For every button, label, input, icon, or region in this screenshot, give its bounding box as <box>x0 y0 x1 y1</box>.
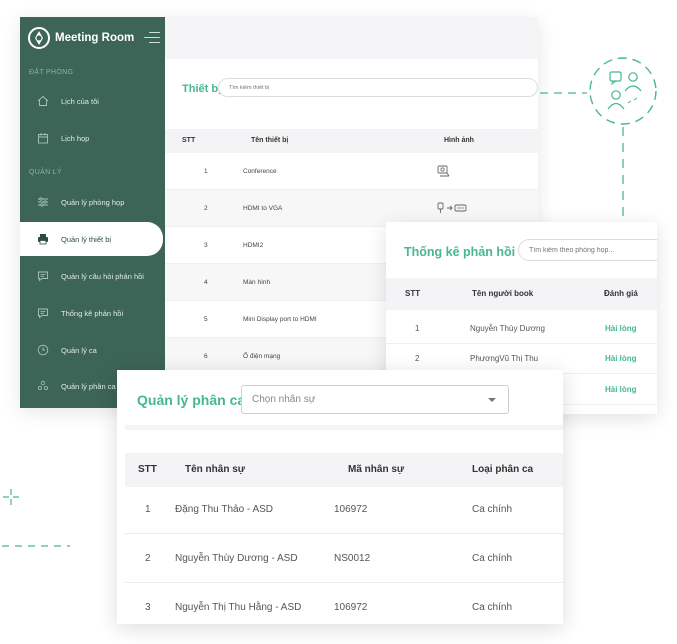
sidebar-item-label: Quản lý thiết bị <box>61 234 112 244</box>
row-stt: 2 <box>145 553 151 564</box>
sidebar-item-meetings[interactable]: Lịch họp <box>20 121 165 155</box>
row-stt: 1 <box>204 168 208 175</box>
row-stt: 1 <box>145 504 151 515</box>
row-employee: Nguyễn Thị Thu Hằng - ASD <box>175 602 302 613</box>
users-icon <box>37 380 49 391</box>
sidebar-item-feedback-stats[interactable]: Thống kê phản hồi <box>20 296 165 330</box>
col-rating: Đánh giá <box>604 289 638 298</box>
feedback-table-header: STT Tên người book Đánh giá <box>386 278 657 310</box>
col-stt: STT <box>405 289 421 298</box>
row-name: Conference <box>243 168 277 175</box>
sidebar-item-label: Quản lý phân ca <box>61 381 116 391</box>
row-shift-type: Ca chính <box>472 504 513 515</box>
calendar-icon <box>38 133 48 144</box>
equipment-search-input[interactable] <box>218 78 538 97</box>
col-shift-type: Loại phân ca <box>472 464 534 475</box>
row-stt: 1 <box>415 324 420 333</box>
row-name: Mini Display port to HDMI <box>243 316 317 323</box>
logo-icon <box>28 27 50 49</box>
sidebar-item-feedback-questions[interactable]: Quản lý câu hỏi phản hồi <box>20 259 165 293</box>
equipment-table-header: STT Tên thiết bị Hình ảnh <box>165 129 538 153</box>
table-row[interactable]: 3 Nguyễn Thị Thu Hằng - ASD 106972 Ca ch… <box>125 583 563 624</box>
row-code: 106972 <box>334 504 368 515</box>
feedback-search-input[interactable] <box>518 239 657 261</box>
row-shift-type: Ca chính <box>472 553 513 564</box>
shift-assignment-window: Quản lý phân ca Chọn nhân sự STT Tên nhâ… <box>117 370 563 624</box>
row-rating: Hài lòng <box>605 385 637 394</box>
row-booker: Nguyễn Thùy Dương <box>470 324 545 333</box>
col-code: Mã nhân sự <box>348 464 405 475</box>
conference-camera-icon <box>437 165 450 177</box>
sidebar-item-my-calendar[interactable]: Lịch của tôi <box>20 84 165 118</box>
table-row[interactable]: 1 Conference <box>165 153 538 190</box>
shift-table-header: STT Tên nhân sự Mã nhân sự Loại phân ca <box>125 453 563 487</box>
row-rating: Hài lòng <box>605 354 637 363</box>
hdmi-vga-adapter-icon <box>437 202 467 213</box>
sliders-icon <box>38 197 48 207</box>
row-employee: Nguyễn Thùy Dương - ASD <box>175 553 298 564</box>
col-stt: STT <box>182 137 196 144</box>
row-name: HDMI to VGA <box>243 205 283 212</box>
sidebar-item-shifts[interactable]: Quản lý ca <box>20 333 165 367</box>
sidebar-item-label: Thống kê phản hồi <box>61 308 124 318</box>
top-bar <box>165 17 538 59</box>
sidebar-item-rooms[interactable]: Quản lý phòng họp <box>20 185 165 219</box>
section-booking: ĐẶT PHÒNG <box>29 69 74 76</box>
sidebar-item-label: Lịch của tôi <box>61 96 99 106</box>
row-employee: Đặng Thu Thảo - ASD <box>175 504 274 515</box>
sidebar-item-label: Quản lý câu hỏi phản hồi <box>61 271 144 281</box>
row-stt: 2 <box>204 205 208 212</box>
chat-icon <box>38 271 48 282</box>
section-manage: QUẢN LÝ <box>29 169 62 176</box>
app-name: Meeting Room <box>55 32 135 44</box>
brand[interactable]: Meeting Room <box>28 27 160 49</box>
equipment-title: Thiết bị <box>182 83 222 95</box>
row-name: Màn hình <box>243 279 271 286</box>
row-stt: 5 <box>204 316 208 323</box>
col-name: Tên thiết bị <box>251 137 289 144</box>
col-image: Hình ảnh <box>444 137 474 144</box>
sidebar-item-label: Lịch họp <box>61 133 90 143</box>
sidebar-item-label: Quản lý ca <box>61 345 97 355</box>
showcase-stage: Meeting Room ĐẶT PHÒNG Lịch của tôi Lịch… <box>0 0 677 644</box>
row-name: HDMI2 <box>243 242 264 249</box>
chevron-down-icon <box>488 398 496 402</box>
row-stt: 4 <box>204 279 208 286</box>
col-booker: Tên người book <box>472 289 534 298</box>
plus-decoration-icon <box>2 489 70 547</box>
table-row[interactable]: 1 Nguyễn Thùy Dương Hài lòng <box>386 314 657 344</box>
select-value: Chọn nhân sự <box>252 394 316 405</box>
clock-icon <box>37 344 49 356</box>
row-code: NS0012 <box>334 553 371 564</box>
row-stt: 3 <box>145 602 151 613</box>
chat-icon <box>38 308 48 319</box>
row-code: 106972 <box>334 602 368 613</box>
sidebar-item-equipment[interactable]: Quản lý thiết bị <box>20 222 163 256</box>
employee-select[interactable]: Chọn nhân sự <box>241 385 509 414</box>
sidebar: Meeting Room ĐẶT PHÒNG Lịch của tôi Lịch… <box>20 17 165 408</box>
menu-toggle-icon[interactable] <box>144 32 160 44</box>
row-stt: 3 <box>204 242 208 249</box>
col-employee: Tên nhân sự <box>185 464 246 475</box>
table-row[interactable]: 1 Đặng Thu Thảo - ASD 106972 Ca chính <box>125 485 563 534</box>
row-shift-type: Ca chính <box>472 602 513 613</box>
feedback-title: Thống kê phản hồi <box>404 245 516 259</box>
col-stt: STT <box>138 464 157 475</box>
sidebar-item-label: Quản lý phòng họp <box>61 197 125 207</box>
feedback-decoration-icon <box>540 57 657 223</box>
divider <box>125 425 563 430</box>
home-icon <box>37 95 49 106</box>
shift-title: Quản lý phân ca <box>137 392 246 408</box>
printer-icon <box>38 234 48 245</box>
table-row[interactable]: 2 Nguyễn Thùy Dương - ASD NS0012 Ca chín… <box>125 534 563 583</box>
row-rating: Hài lòng <box>605 324 637 333</box>
